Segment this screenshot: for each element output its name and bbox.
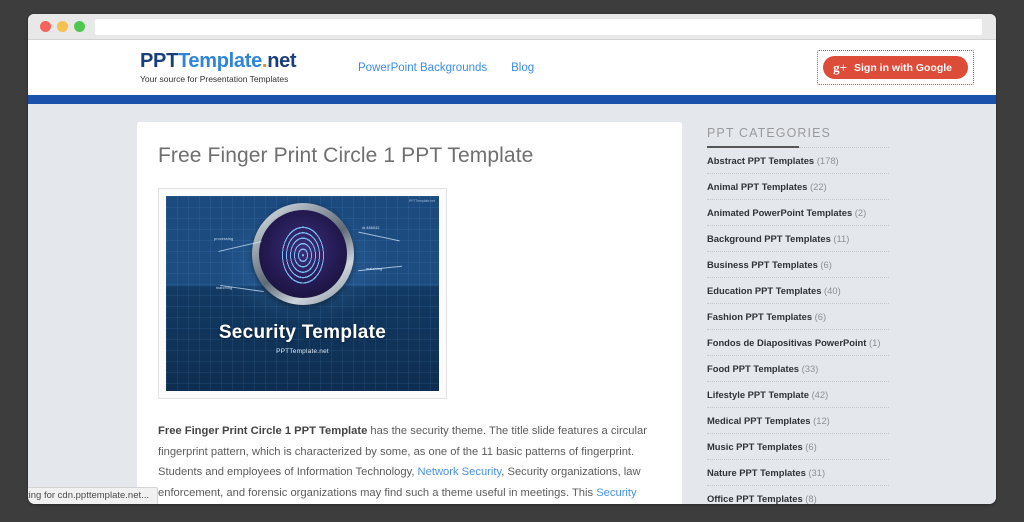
list-item[interactable]: Animal PPT Templates (22) xyxy=(707,174,889,200)
window-controls[interactable] xyxy=(40,21,85,32)
status-bar: ting for cdn.ppttemplate.net... xyxy=(28,487,159,504)
category-link[interactable]: Nature PPT Templates xyxy=(707,467,806,478)
logo-wordmark: PPTTemplate.net xyxy=(140,51,336,71)
nav-link-blog[interactable]: Blog xyxy=(511,62,534,74)
slide-subtitle: PPTTemplate.net xyxy=(276,348,329,355)
category-link[interactable]: Fashion PPT Templates xyxy=(707,311,812,322)
category-link[interactable]: Animated PowerPoint Templates xyxy=(707,207,852,218)
link-network-security[interactable]: Network Security xyxy=(418,466,502,478)
category-link[interactable]: Education PPT Templates xyxy=(707,285,821,296)
list-item[interactable]: Business PPT Templates (6) xyxy=(707,252,889,278)
category-count: (6) xyxy=(814,311,827,322)
sign-in-label: Sign in with Google xyxy=(854,61,952,74)
slide-preview-frame[interactable]: processing id 888542 matching matching P… xyxy=(158,188,447,399)
sidebar-divider xyxy=(707,146,889,148)
sidebar-title: PPT CATEGORIES xyxy=(707,126,831,140)
list-item[interactable]: Fashion PPT Templates (6) xyxy=(707,304,889,330)
main-navigation: PowerPoint Backgrounds Blog xyxy=(358,62,534,74)
category-count: (42) xyxy=(811,389,829,400)
maximize-window-icon[interactable] xyxy=(74,21,85,32)
callout-label-processing: processing xyxy=(214,237,234,241)
slide-watermark: PPTTemplate.net xyxy=(408,199,435,203)
accent-bar xyxy=(28,95,996,104)
page-viewport: PPTTemplate.net Your source for Presenta… xyxy=(28,40,996,504)
url-input[interactable] xyxy=(95,18,982,35)
callout-label-id: id 888542 xyxy=(362,226,380,230)
site-header: PPTTemplate.net Your source for Presenta… xyxy=(28,40,996,95)
page-body: Free Finger Print Circle 1 PPT Template … xyxy=(28,104,996,504)
list-item[interactable]: Fondos de Diapositivas PowerPoint (1) xyxy=(707,330,889,356)
list-item[interactable]: Abstract PPT Templates (178) xyxy=(707,148,889,174)
callout-label-matching-left: matching xyxy=(216,286,233,290)
category-list: Abstract PPT Templates (178) Animal PPT … xyxy=(707,148,889,504)
category-count: (33) xyxy=(801,363,819,374)
category-link[interactable]: Office PPT Templates xyxy=(707,493,803,504)
logo-part-ppt: PPT xyxy=(140,50,178,72)
list-item[interactable]: Lifestyle PPT Template (42) xyxy=(707,382,889,408)
category-count: (2) xyxy=(854,207,867,218)
category-link[interactable]: Animal PPT Templates xyxy=(707,181,807,192)
logo-tagline: Your source for Presentation Templates xyxy=(140,74,289,84)
category-count: (40) xyxy=(824,285,841,296)
category-link[interactable]: Fondos de Diapositivas PowerPoint xyxy=(707,337,866,348)
google-plus-icon: g+ xyxy=(833,60,847,75)
logo-part-net: net xyxy=(267,50,297,72)
slide-preview-image: processing id 888542 matching matching P… xyxy=(166,196,439,391)
signin-focus-ring: g+ Sign in with Google xyxy=(817,50,974,85)
list-item[interactable]: Animated PowerPoint Templates (2) xyxy=(707,200,889,226)
list-item[interactable]: Education PPT Templates (40) xyxy=(707,278,889,304)
browser-window: PPTTemplate.net Your source for Presenta… xyxy=(28,14,996,504)
category-link[interactable]: Abstract PPT Templates xyxy=(707,155,814,166)
category-count: (11) xyxy=(833,233,850,244)
paragraph-bold-lead: Free Finger Print Circle 1 PPT Template xyxy=(158,425,368,437)
list-item[interactable]: Medical PPT Templates (12) xyxy=(707,408,889,434)
browser-chrome xyxy=(28,14,996,40)
category-link[interactable]: Music PPT Templates xyxy=(707,441,803,452)
callout-label-matching-right: matching xyxy=(366,267,383,271)
category-count: (31) xyxy=(808,467,826,478)
category-count: (1) xyxy=(869,337,881,348)
sidebar: PPT CATEGORIES Abstract PPT Templates (1… xyxy=(707,122,889,504)
list-item[interactable]: Nature PPT Templates (31) xyxy=(707,460,889,486)
logo-part-template: Template xyxy=(178,50,262,72)
category-link[interactable]: Business PPT Templates xyxy=(707,259,818,270)
list-item[interactable]: Office PPT Templates (8) xyxy=(707,486,889,504)
minimize-window-icon[interactable] xyxy=(57,21,68,32)
site-logo[interactable]: PPTTemplate.net Your source for Presenta… xyxy=(140,51,336,84)
category-count: (6) xyxy=(805,441,817,452)
article-paragraph: Free Finger Print Circle 1 PPT Template … xyxy=(158,421,657,504)
category-link[interactable]: Background PPT Templates xyxy=(707,233,831,244)
slide-title: Security Template xyxy=(218,322,387,343)
fingerprint-icon xyxy=(279,224,326,284)
list-item[interactable]: Food PPT Templates (33) xyxy=(707,356,889,382)
category-count: (22) xyxy=(809,181,827,192)
nav-link-powerpoint-backgrounds[interactable]: PowerPoint Backgrounds xyxy=(358,62,487,74)
sign-in-with-google-button[interactable]: g+ Sign in with Google xyxy=(823,56,968,79)
category-link[interactable]: Food PPT Templates xyxy=(707,363,799,374)
list-item[interactable]: Background PPT Templates (11) xyxy=(707,226,889,252)
category-count: (178) xyxy=(816,155,839,166)
category-count: (6) xyxy=(820,259,832,270)
category-link[interactable]: Lifestyle PPT Template xyxy=(707,389,809,400)
page-title: Free Finger Print Circle 1 PPT Template xyxy=(158,144,534,167)
category-count: (12) xyxy=(813,415,830,426)
close-window-icon[interactable] xyxy=(40,21,51,32)
category-link[interactable]: Medical PPT Templates xyxy=(707,415,811,426)
list-item[interactable]: Music PPT Templates (6) xyxy=(707,434,889,460)
fingerprint-lens xyxy=(258,210,347,298)
category-count: (8) xyxy=(805,493,817,504)
article-card: Free Finger Print Circle 1 PPT Template … xyxy=(137,122,682,504)
